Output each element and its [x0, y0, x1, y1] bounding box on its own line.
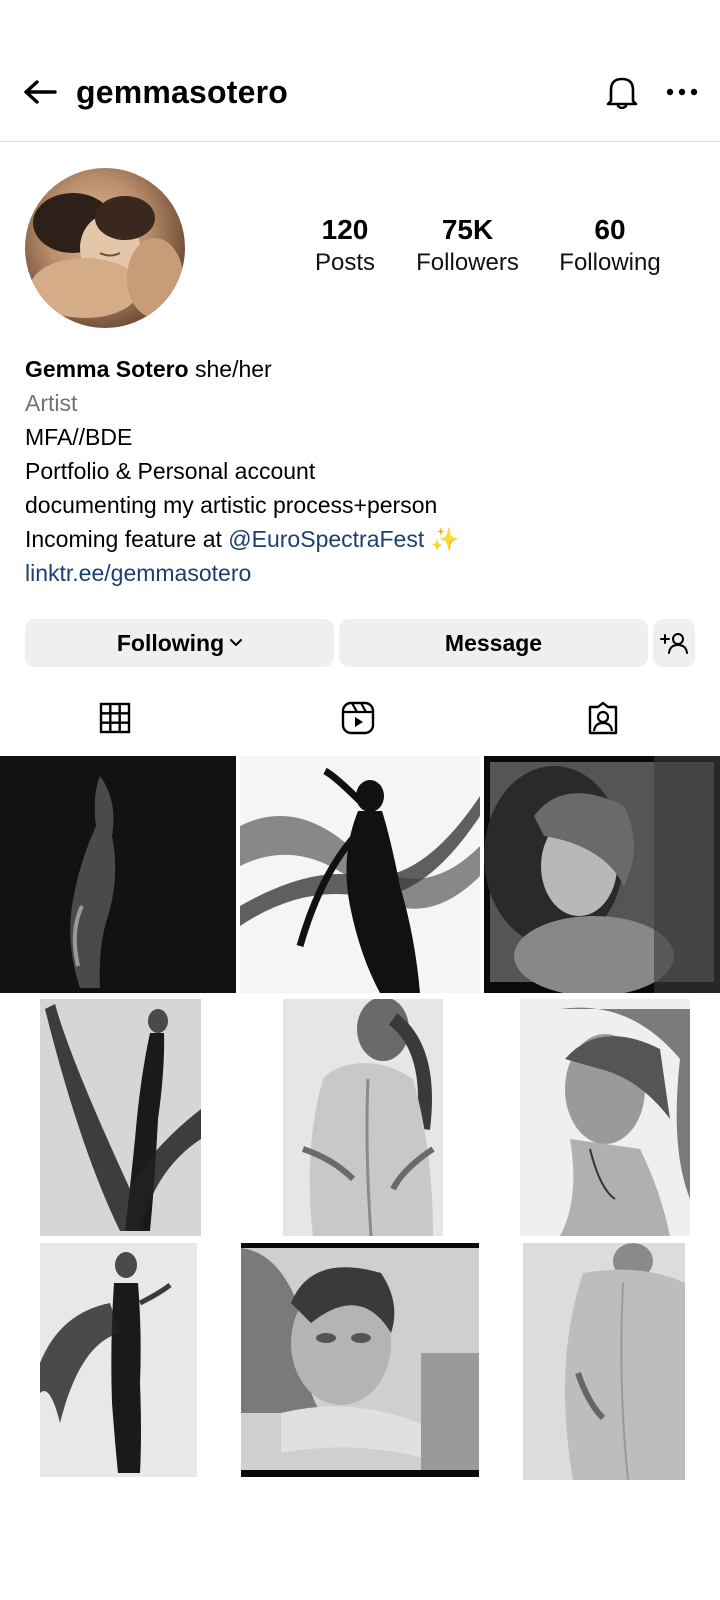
- top-bar: gemmasotero: [0, 48, 720, 142]
- following-count: 60: [594, 214, 626, 245]
- following-button-label: Following: [116, 629, 225, 656]
- stat-posts[interactable]: 120 Posts: [300, 212, 390, 278]
- bio-line-4: Incoming feature at @EuroSpectraFest ✨: [25, 522, 705, 556]
- sparkles-icon: ✨: [430, 526, 460, 552]
- grid-post-2[interactable]: [240, 756, 480, 993]
- following-label: Following: [559, 249, 661, 276]
- followers-count: 75K: [441, 214, 494, 245]
- posts-label: Posts: [314, 249, 376, 276]
- tab-grid[interactable]: [85, 694, 145, 742]
- grid-post-5[interactable]: [283, 999, 443, 1236]
- stat-followers[interactable]: 75K Followers: [405, 212, 530, 278]
- grid-post-4[interactable]: [40, 999, 201, 1236]
- posts-count: 120: [321, 214, 369, 245]
- mention-link[interactable]: @EuroSpectraFest: [228, 526, 424, 552]
- profile-username: gemmasotero: [76, 74, 289, 110]
- message-button-label: Message: [444, 629, 543, 656]
- grid-post-9[interactable]: [523, 1243, 685, 1480]
- profile-avatar[interactable]: [25, 168, 185, 328]
- tab-tagged[interactable]: [573, 694, 633, 742]
- grid-post-3[interactable]: [484, 756, 720, 993]
- bio-line-3: documenting my artistic process+person: [25, 492, 438, 518]
- external-link[interactable]: linktr.ee/gemmasotero: [25, 556, 705, 590]
- grid-post-7[interactable]: [40, 1243, 197, 1477]
- add-person-icon: [660, 631, 688, 655]
- profile-bio: Gemma Sotero she/her Artist MFA//BDE Por…: [25, 352, 705, 590]
- followers-label: Followers: [416, 249, 519, 276]
- bio-line-2: Portfolio & Personal account: [25, 458, 316, 484]
- chevron-down-icon: [230, 639, 243, 647]
- message-button[interactable]: Message: [339, 619, 648, 667]
- back-arrow-icon[interactable]: [20, 72, 60, 112]
- bio-line-1: MFA//BDE: [25, 424, 133, 450]
- bell-icon[interactable]: [600, 70, 644, 114]
- pronouns: she/her: [195, 356, 272, 382]
- grid-icon: [99, 702, 131, 734]
- bio-line-4-text: Incoming feature at: [25, 526, 222, 552]
- grid-post-8[interactable]: [241, 1243, 479, 1477]
- full-name: Gemma Sotero: [25, 356, 189, 382]
- following-button[interactable]: Following: [25, 619, 334, 667]
- name-line: Gemma Sotero she/her: [25, 352, 705, 386]
- reels-icon: [341, 701, 375, 735]
- tab-reels[interactable]: [328, 694, 388, 742]
- add-person-button[interactable]: [653, 619, 695, 667]
- grid-post-6[interactable]: [520, 999, 690, 1236]
- stat-following[interactable]: 60 Following: [545, 212, 675, 278]
- tagged-icon: [588, 701, 618, 735]
- category-label: Artist: [25, 390, 78, 416]
- grid-post-1[interactable]: [0, 756, 236, 993]
- more-options-icon[interactable]: [660, 70, 704, 114]
